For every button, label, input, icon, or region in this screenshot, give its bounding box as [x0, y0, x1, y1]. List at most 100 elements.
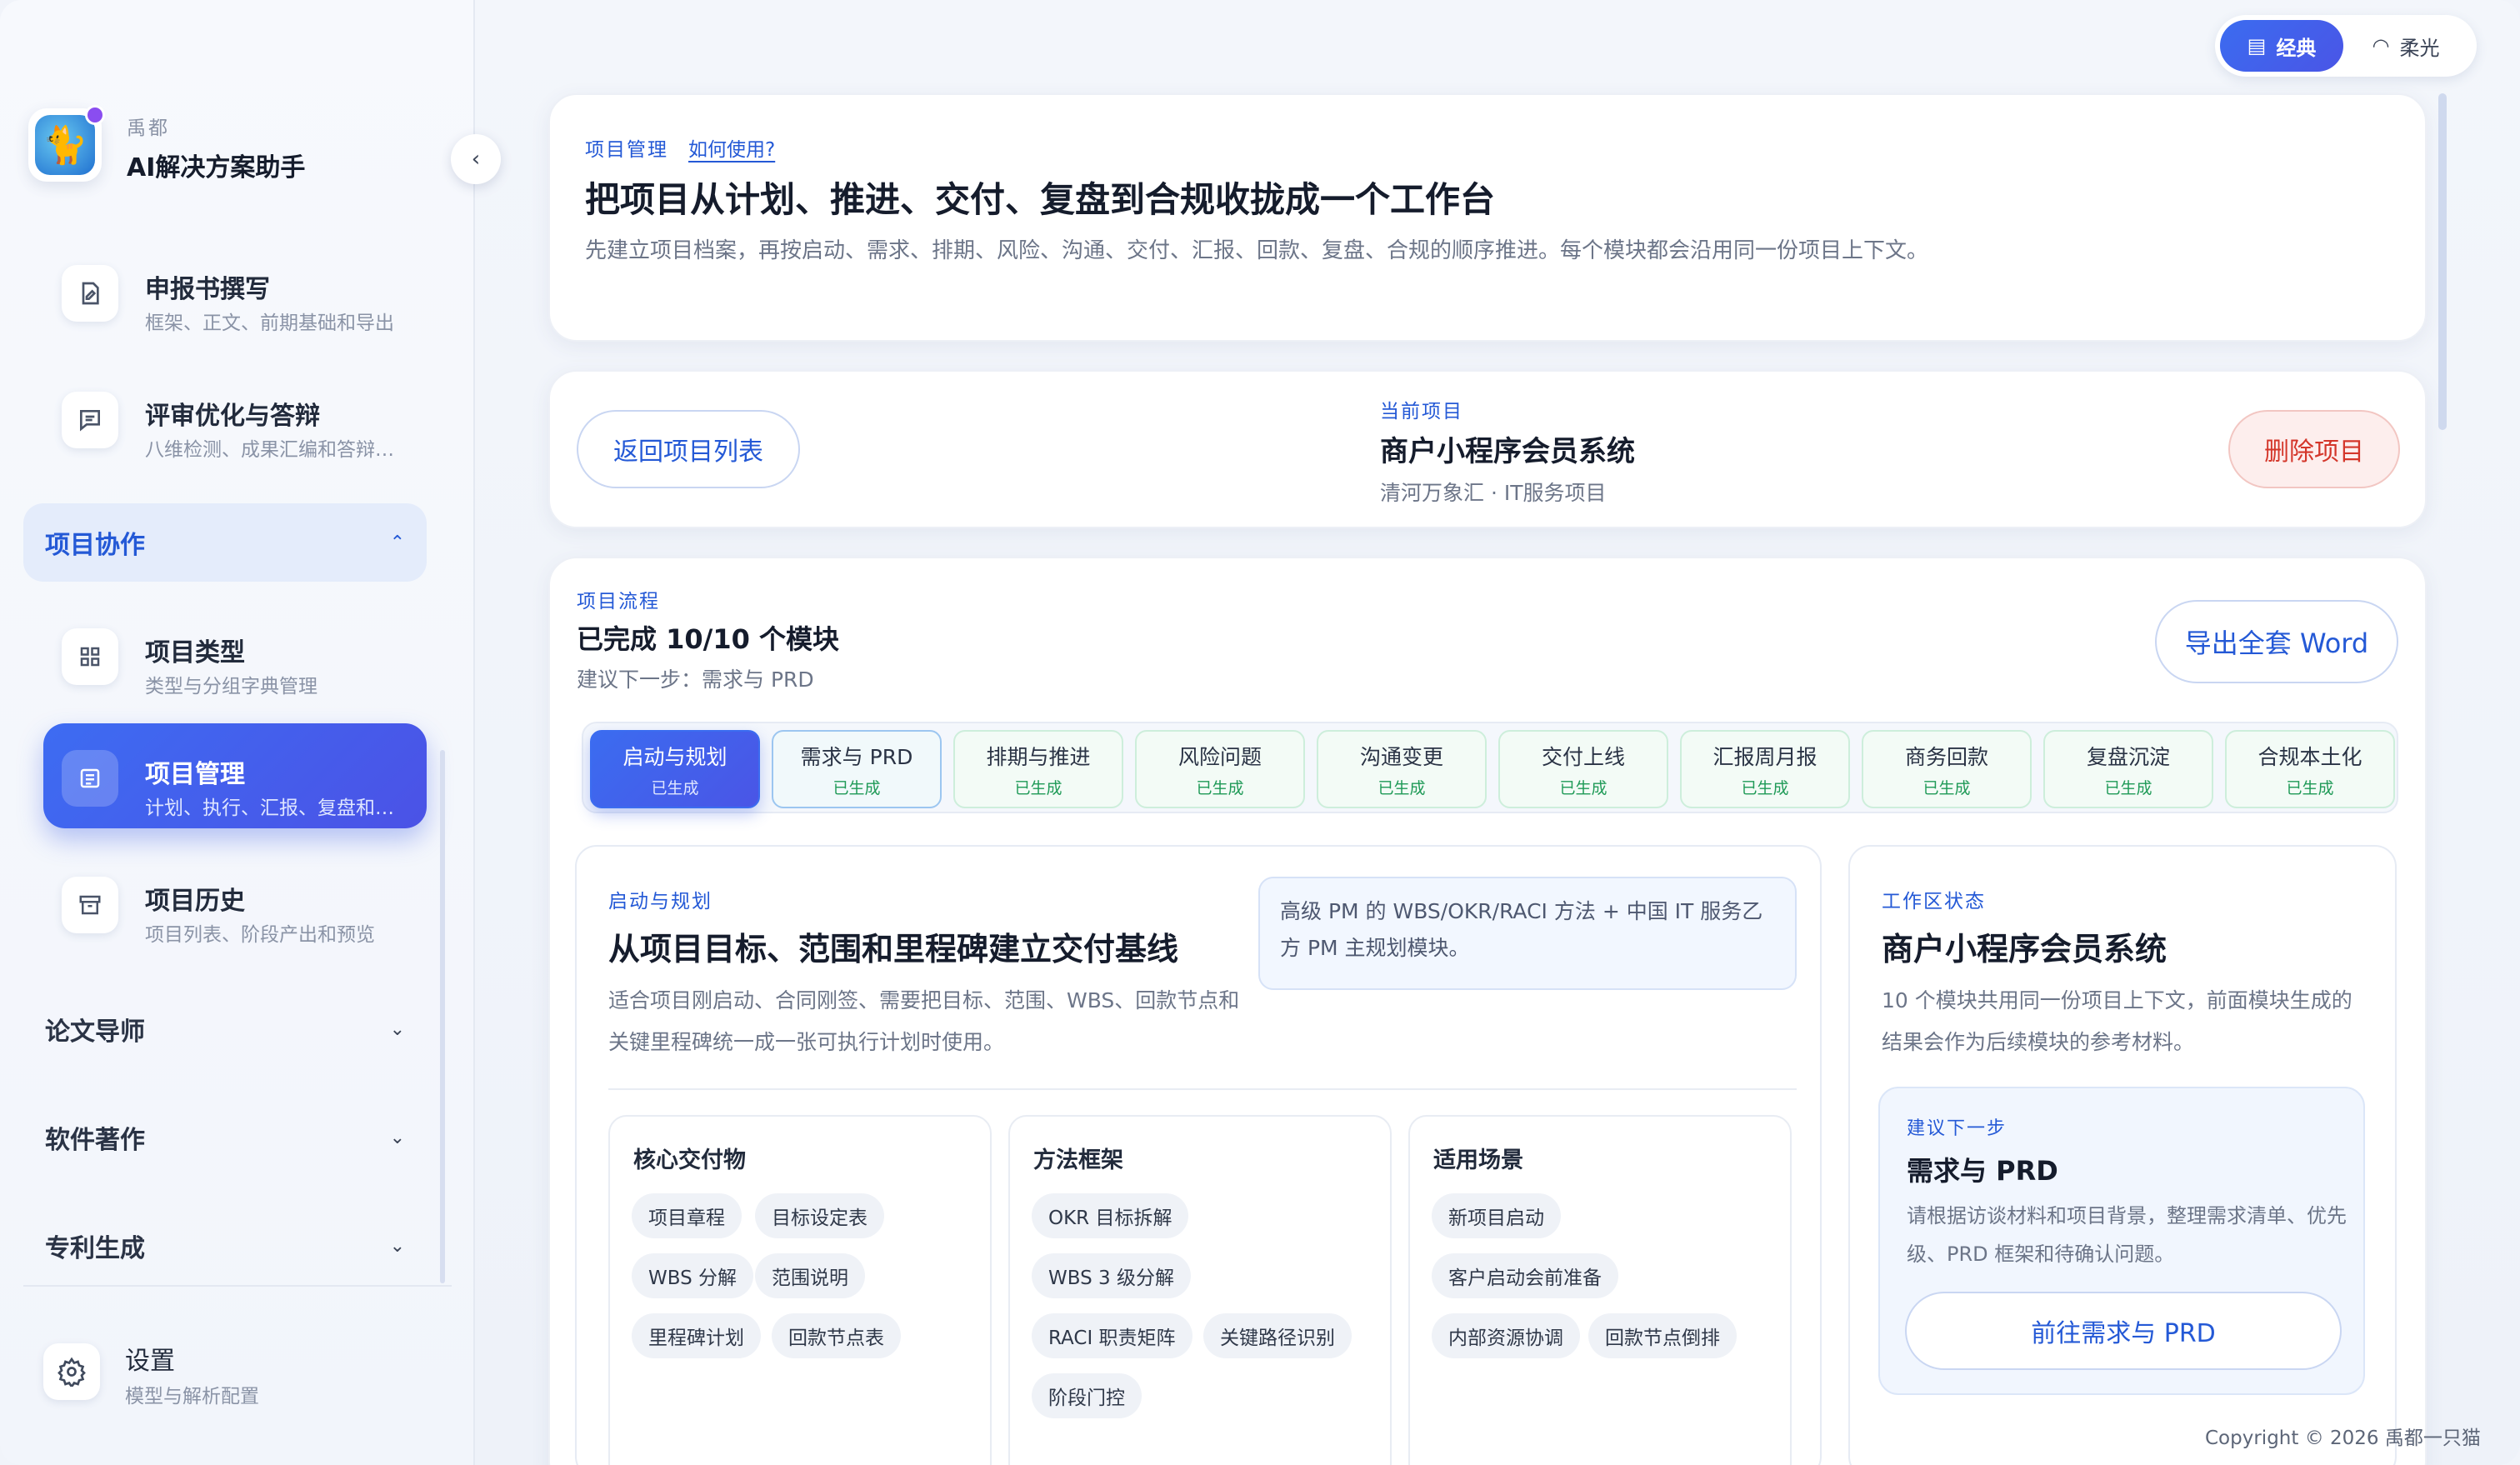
collapse-sidebar-button[interactable]: ‹ — [451, 134, 501, 184]
module-eyebrow: 启动与规划 — [608, 891, 712, 912]
sidebar-divider — [23, 1285, 452, 1287]
cat-logo-icon: 🐈 — [35, 115, 95, 175]
step-delivery[interactable]: 交付上线 已生成 — [1498, 730, 1668, 808]
sidebar-item-review-defense[interactable]: 评审优化与答辩 八维检测、成果汇编和答辩… — [43, 365, 427, 470]
chip: OKR 目标拆解 — [1032, 1193, 1189, 1238]
flow-progress: 已完成 10/10 个模块 — [577, 623, 840, 655]
sidebar: 🐈 禹都 AI解决方案助手 申报书撰写 框架、正文、前期基础和导出 评审优化与答… — [0, 0, 475, 1465]
group-label: 论文导师 — [45, 1018, 145, 1047]
document-edit-icon — [62, 265, 118, 322]
sidebar-group-project-collab[interactable]: 项目协作 ⌃ — [23, 503, 427, 582]
gear-icon[interactable] — [43, 1343, 100, 1400]
module-note: 高级 PM 的 WBS/OKR/RACI 方法 + 中国 IT 服务乙方 PM … — [1258, 877, 1797, 990]
sidebar-item-project-history[interactable]: 项目历史 项目列表、阶段产出和预览 — [43, 850, 427, 955]
page-eyebrow: 项目管理 — [585, 139, 668, 161]
delete-project-button[interactable]: 删除项目 — [2228, 410, 2400, 488]
chip: 内部资源协调 — [1432, 1313, 1580, 1358]
step-label: 排期与推进 — [986, 744, 1091, 769]
step-label: 交付上线 — [1541, 744, 1625, 769]
copyright: Copyright © 2026 禹都一只猫 — [2205, 1428, 2481, 1449]
deliverables-title: 核心交付物 — [633, 1148, 746, 1173]
step-status: 已生成 — [1014, 778, 1062, 798]
current-project-label: 当前项目 — [1380, 401, 1463, 422]
main-scrollbar[interactable] — [2438, 93, 2447, 430]
chip: 范围说明 — [755, 1253, 865, 1298]
step-compliance[interactable]: 合规本土化 已生成 — [2225, 730, 2395, 808]
sidebar-item-proposal-writing[interactable]: 申报书撰写 框架、正文、前期基础和导出 — [43, 238, 427, 343]
chip: WBS 3 级分解 — [1032, 1253, 1191, 1298]
flow-steps: 启动与规划 已生成 需求与 PRD 已生成 排期与推进 已生成 风险问题 已生成 沟通变… — [582, 722, 2398, 813]
group-label: 软件著作 — [45, 1126, 145, 1155]
step-reports[interactable]: 汇报周月报 已生成 — [1680, 730, 1850, 808]
step-retrospective[interactable]: 复盘沉淀 已生成 — [2043, 730, 2213, 808]
module-panel: 启动与规划 从项目目标、范围和里程碑建立交付基线 适合项目刚启动、合同刚签、需要… — [575, 845, 1822, 1465]
step-status: 已生成 — [1559, 778, 1608, 798]
step-risk[interactable]: 风险问题 已生成 — [1135, 730, 1305, 808]
soft-light-icon: ◠ — [2372, 34, 2390, 58]
step-label: 商务回款 — [1904, 744, 1988, 769]
next-description: 请根据访谈材料和项目背景，整理需求清单、优先级、PRD 框架和待确认问题。 — [1907, 1204, 2347, 1266]
settings-desc: 模型与解析配置 — [125, 1386, 259, 1408]
back-to-list-button[interactable]: 返回项目列表 — [577, 410, 800, 488]
step-kickoff-planning[interactable]: 启动与规划 已生成 — [590, 730, 760, 808]
sidebar-item-desc: 框架、正文、前期基础和导出 — [145, 312, 394, 334]
workspace-eyebrow: 工作区状态 — [1882, 891, 1986, 912]
sidebar-group-software-copyright[interactable]: 软件著作 ⌄ — [23, 1098, 427, 1177]
sidebar-item-desc: 类型与分组字典管理 — [145, 676, 318, 698]
chevron-down-icon: ⌄ — [389, 1235, 405, 1257]
step-status: 已生成 — [1196, 778, 1244, 798]
step-payment[interactable]: 商务回款 已生成 — [1862, 730, 2032, 808]
theme-option-classic[interactable]: ▤ 经典 — [2220, 20, 2343, 72]
page-title: 把项目从计划、推进、交付、复盘到合规收拢成一个工作台 — [585, 179, 1496, 220]
theme-option-label: 经典 — [2276, 36, 2317, 60]
export-word-button[interactable]: 导出全套 Word — [2155, 600, 2398, 683]
sidebar-scrollbar[interactable] — [440, 750, 445, 1283]
sidebar-item-title: 项目历史 — [145, 887, 245, 916]
theme-option-soft[interactable]: ◠ 柔光 — [2343, 20, 2468, 72]
step-requirements-prd[interactable]: 需求与 PRD 已生成 — [772, 730, 942, 808]
next-title: 需求与 PRD — [1907, 1155, 2058, 1187]
module-description: 适合项目刚启动、合同刚签、需要把目标、范围、WBS、回款节点和关键里程碑统一成一… — [608, 988, 1240, 1054]
chevron-left-icon: ‹ — [471, 147, 481, 172]
grid-icon — [62, 628, 118, 685]
sidebar-group-thesis-mentor[interactable]: 论文导师 ⌄ — [23, 990, 427, 1068]
group-label: 专利生成 — [45, 1234, 145, 1263]
sidebar-item-title: 申报书撰写 — [145, 275, 270, 304]
step-label: 合规本土化 — [2258, 744, 2362, 769]
deliverables-card: 核心交付物 项目章程 目标设定表 WBS 分解 范围说明 里程碑计划 回款节点表 — [608, 1115, 992, 1465]
chip: 关键路径识别 — [1203, 1313, 1352, 1358]
sidebar-item-desc: 项目列表、阶段产出和预览 — [145, 924, 375, 946]
step-status: 已生成 — [2104, 778, 2152, 798]
page-description: 先建立项目档案，再按启动、需求、排期、风险、沟通、交付、汇报、回款、复盘、合规的… — [585, 238, 1929, 263]
step-schedule[interactable]: 排期与推进 已生成 — [953, 730, 1123, 808]
sidebar-item-project-types[interactable]: 项目类型 类型与分组字典管理 — [43, 602, 427, 707]
sidebar-item-title: 项目管理 — [145, 760, 245, 789]
chevron-up-icon: ⌃ — [389, 532, 405, 553]
chevron-down-icon: ⌄ — [389, 1018, 405, 1040]
chip: 客户启动会前准备 — [1432, 1253, 1618, 1298]
sidebar-item-desc: 八维检测、成果汇编和答辩… — [145, 439, 394, 461]
go-requirements-button[interactable]: 前往需求与 PRD — [1905, 1292, 2342, 1370]
step-status: 已生成 — [651, 778, 699, 798]
header-card: 项目管理 如何使用? 把项目从计划、推进、交付、复盘到合规收拢成一个工作台 先建… — [548, 93, 2427, 342]
chevron-down-icon: ⌄ — [389, 1127, 405, 1148]
step-label: 风险问题 — [1178, 744, 1262, 769]
flow-eyebrow: 项目流程 — [577, 591, 660, 612]
message-icon — [62, 392, 118, 448]
theme-option-label: 柔光 — [2399, 36, 2440, 60]
step-status: 已生成 — [1922, 778, 1971, 798]
step-label: 需求与 PRD — [800, 744, 913, 769]
methods-card: 方法框架 OKR 目标拆解 WBS 3 级分解 RACI 职责矩阵 关键路径识别… — [1008, 1115, 1392, 1465]
chip: 新项目启动 — [1432, 1193, 1561, 1238]
step-communication[interactable]: 沟通变更 已生成 — [1317, 730, 1487, 808]
settings-title[interactable]: 设置 — [125, 1340, 175, 1377]
book-icon: ▤ — [2247, 34, 2267, 58]
sidebar-item-project-management[interactable]: 项目管理 计划、执行、汇报、复盘和… — [43, 723, 427, 828]
flow-suggest: 建议下一步：需求与 PRD — [577, 668, 814, 692]
how-to-link[interactable]: 如何使用? — [688, 133, 775, 162]
archive-icon — [62, 877, 118, 933]
chip: 回款节点表 — [772, 1313, 901, 1358]
step-label: 复盘沉淀 — [2086, 744, 2170, 769]
sidebar-item-desc: 计划、执行、汇报、复盘和… — [145, 798, 394, 819]
sidebar-group-patent[interactable]: 专利生成 ⌄ — [23, 1207, 427, 1285]
